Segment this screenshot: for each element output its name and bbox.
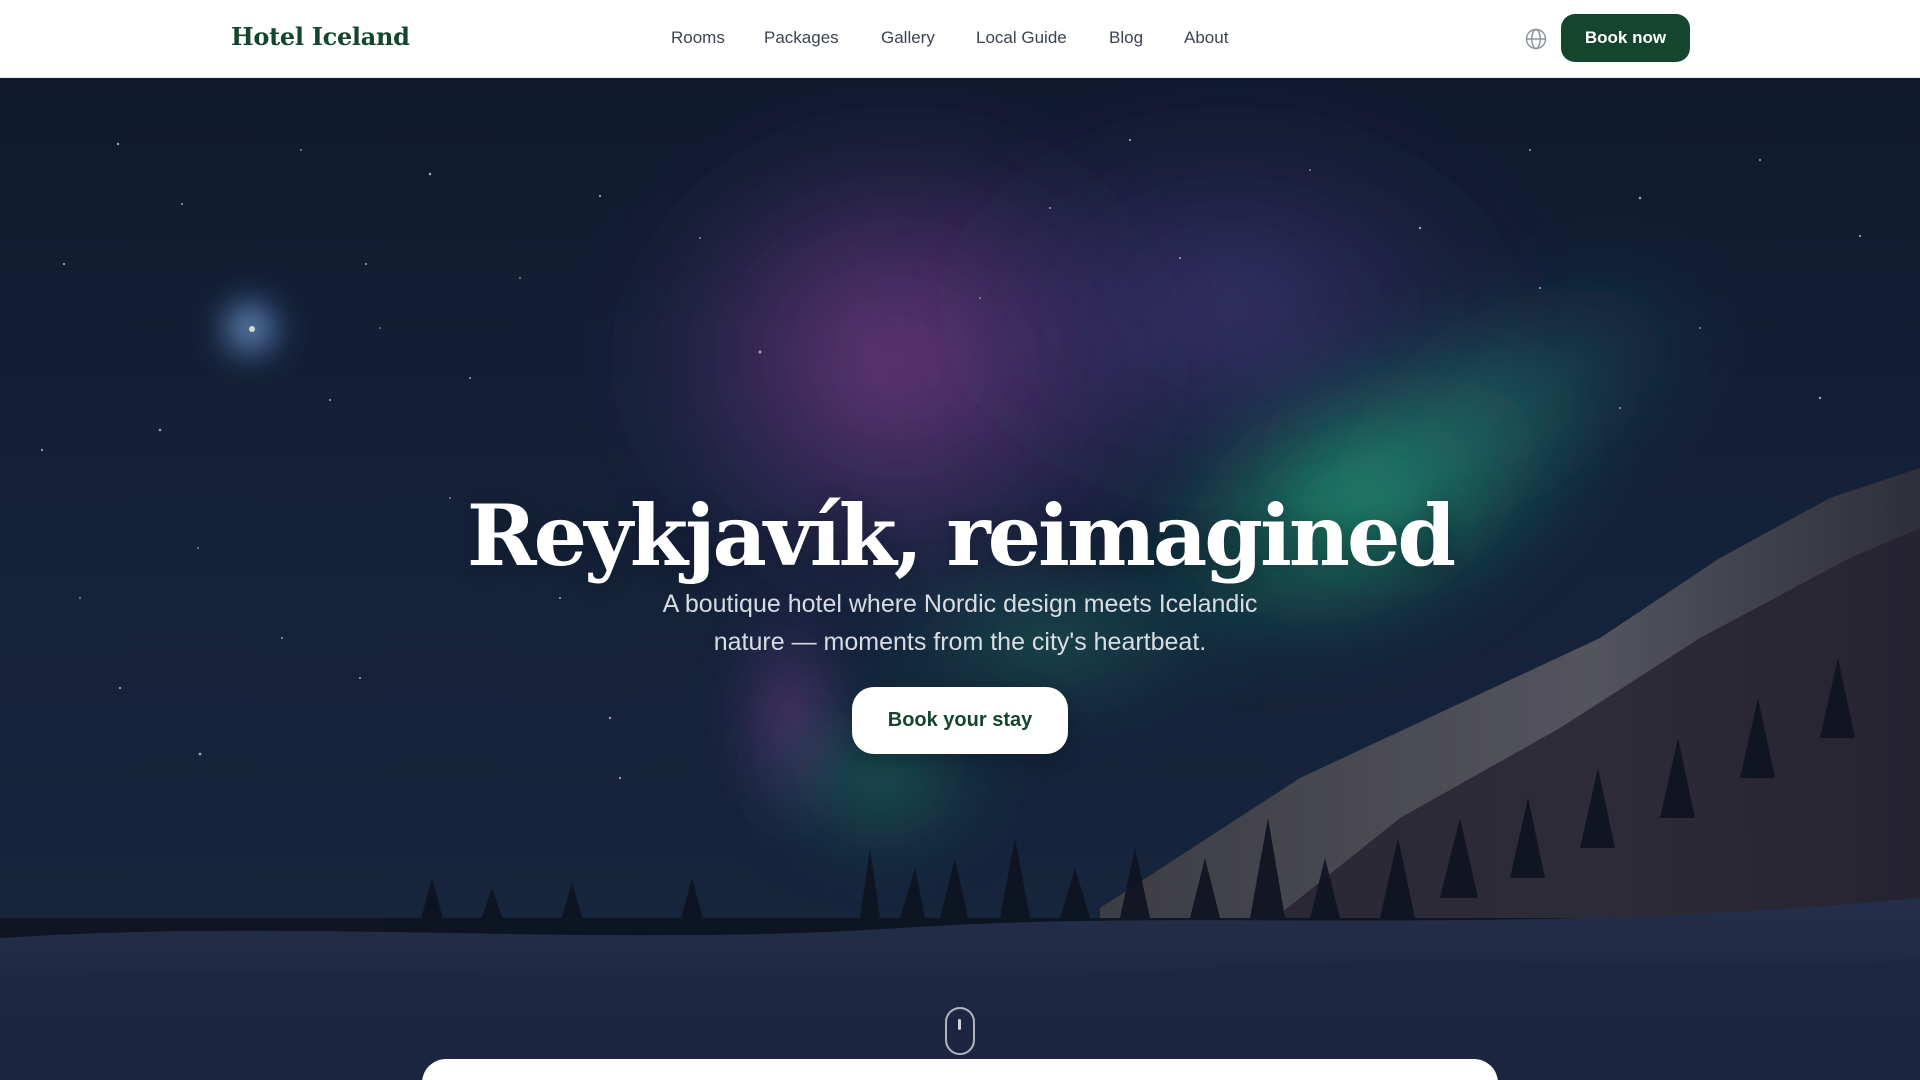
site-header: Hotel Iceland Rooms Packages Gallery Loc…	[0, 0, 1920, 78]
book-now-button[interactable]: Book now	[1561, 14, 1690, 62]
nav-link-gallery[interactable]: Gallery	[881, 28, 935, 48]
hero-section: Reykjavík, reimagined A boutique hotel w…	[0, 78, 1920, 1080]
hero-subtitle-line-1: A boutique hotel where Nordic design mee…	[662, 590, 1258, 618]
scroll-wheel-indicator	[958, 1019, 961, 1030]
hero-title: Reykjavík, reimagined	[466, 486, 1456, 586]
book-your-stay-button[interactable]: Book your stay	[852, 687, 1068, 754]
site-logo[interactable]: Hotel Iceland	[231, 22, 410, 51]
hero-subtitle: A boutique hotel where Nordic design mee…	[610, 585, 1310, 661]
nav-link-local-guide[interactable]: Local Guide	[976, 28, 1067, 48]
nav-link-rooms[interactable]: Rooms	[671, 28, 725, 48]
globe-icon	[1525, 28, 1547, 50]
booking-panel	[422, 1059, 1498, 1080]
nav-link-packages[interactable]: Packages	[764, 28, 839, 48]
nav-link-about[interactable]: About	[1184, 28, 1228, 48]
mouse-scroll-icon[interactable]	[945, 1007, 975, 1055]
nav-link-blog[interactable]: Blog	[1109, 28, 1143, 48]
hero-subtitle-line-2: nature — moments from the city's heartbe…	[713, 628, 1207, 656]
language-button[interactable]	[1524, 27, 1548, 51]
